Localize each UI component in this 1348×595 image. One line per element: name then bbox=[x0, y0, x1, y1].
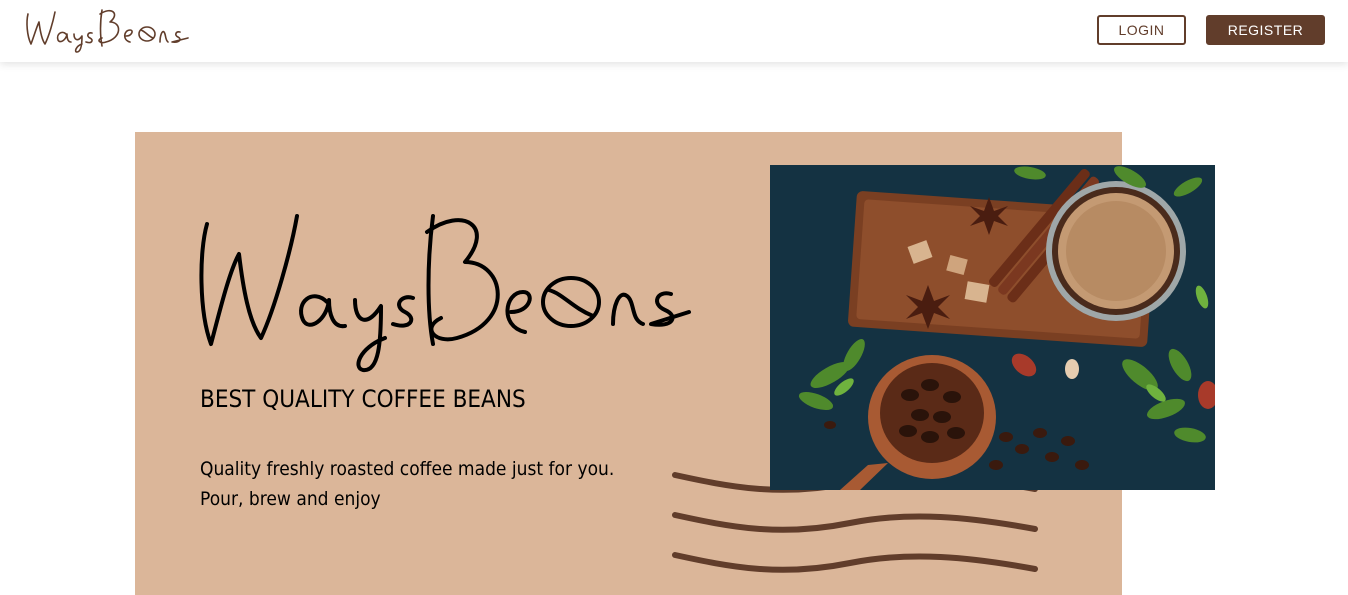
register-button[interactable]: REGISTER bbox=[1206, 15, 1325, 45]
hero-brand-logo bbox=[199, 214, 691, 372]
coffee-photo bbox=[770, 165, 1215, 490]
hero-description-line-2: Pour, brew and enjoy bbox=[200, 488, 381, 510]
coffee-photo-illustration bbox=[770, 165, 1215, 490]
hero-description: Quality freshly roasted coffee made just… bbox=[200, 454, 614, 514]
login-button[interactable]: LOGIN bbox=[1097, 15, 1186, 45]
hero-tagline: BEST QUALITY COFFEE BEANS bbox=[200, 385, 526, 413]
hero-description-line-1: Quality freshly roasted coffee made just… bbox=[200, 458, 615, 480]
navbar: LOGIN REGISTER bbox=[0, 0, 1348, 62]
brand-logo[interactable] bbox=[22, 2, 192, 56]
